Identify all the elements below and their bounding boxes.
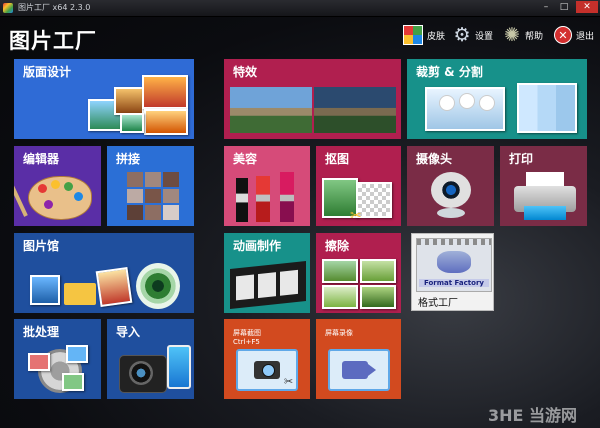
webcam-icon [427, 170, 475, 222]
tile-beauty[interactable]: 美容 [224, 146, 310, 226]
app-title: 图片工厂 [9, 29, 97, 53]
paint-palette-icon [14, 170, 94, 222]
tile-screen-record[interactable]: 屏幕录像 [316, 319, 401, 399]
tile-layout-design-label: 版面设计 [23, 65, 72, 79]
help-button[interactable]: ✺ 帮助 [503, 23, 543, 47]
collage-icon [84, 73, 194, 137]
tile-crop-split-label: 裁剪 & 分割 [416, 65, 483, 79]
tile-format-factory-label: 格式工厂 [418, 298, 458, 309]
tile-layout-design[interactable]: 版面设计 [14, 59, 194, 139]
effects-photos-icon [230, 87, 396, 133]
printer-icon [514, 172, 576, 222]
tile-erase-label: 擦除 [325, 239, 350, 253]
tile-screen-record-label: 屏幕录像 [325, 329, 353, 337]
tile-screenshot[interactable]: 屏幕截图 Ctrl+F5 ✂ [224, 319, 310, 399]
tile-format-factory[interactable]: Format Factory 格式工厂 [411, 233, 494, 311]
tile-gallery-label: 图片馆 [23, 239, 60, 253]
gallery-icon [24, 263, 189, 311]
window-titlebar[interactable]: 图片工厂 x64 2.3.0 – □ ✕ [0, 0, 600, 17]
tile-effects-label: 特效 [233, 65, 258, 79]
tile-beauty-label: 美容 [233, 152, 258, 166]
format-factory-logo-icon: Format Factory [416, 238, 492, 292]
app-logo-icon [3, 3, 13, 13]
tile-animation-label: 动画制作 [233, 239, 282, 253]
makeup-icon [232, 172, 306, 224]
tile-batch-label: 批处理 [23, 325, 60, 339]
erase-photos-icon [322, 259, 396, 309]
skin-palette-icon [403, 25, 423, 45]
tile-import-label: 导入 [116, 325, 141, 339]
exit-label: 退出 [576, 31, 595, 42]
format-factory-logo-text: Format Factory [419, 279, 489, 287]
minimize-button[interactable]: – [538, 1, 554, 13]
cutout-scissors-icon: ✂ [322, 172, 396, 224]
photo-grid-icon [127, 172, 179, 220]
tile-batch[interactable]: 批处理 [14, 319, 101, 399]
tile-editor-label: 编辑器 [23, 152, 60, 166]
tile-screenshot-label: 屏幕截图 Ctrl+F5 [233, 329, 261, 346]
maximize-button[interactable]: □ [556, 1, 572, 13]
watermark: 3HE 当游网 [488, 406, 578, 425]
tile-animation[interactable]: 动画制作 [224, 233, 310, 313]
skin-label: 皮肤 [427, 31, 446, 42]
tile-cutout[interactable]: 抠图 ✂ [316, 146, 401, 226]
tile-effects[interactable]: 特效 [224, 59, 401, 139]
settings-label: 设置 [475, 31, 494, 42]
tile-stitch[interactable]: 拼接 [107, 146, 194, 226]
batch-gear-icon [28, 343, 90, 395]
crop-split-icon [425, 83, 583, 135]
skin-button[interactable]: 皮肤 [403, 23, 445, 47]
film-strip-icon [230, 261, 306, 309]
tile-cutout-label: 抠图 [325, 152, 350, 166]
screenshot-camera-icon: ✂ [236, 349, 298, 393]
screen-record-camcorder-icon [328, 349, 390, 393]
tile-camera[interactable]: 摄像头 [407, 146, 494, 226]
settings-button[interactable]: ⚙ 设置 [453, 23, 493, 47]
tile-import[interactable]: 导入 [107, 319, 194, 399]
tile-stitch-label: 拼接 [116, 152, 141, 166]
tile-camera-label: 摄像头 [416, 152, 453, 166]
help-label: 帮助 [525, 31, 544, 42]
tile-gallery[interactable]: 图片馆 [14, 233, 194, 313]
tile-editor[interactable]: 编辑器 [14, 146, 101, 226]
exit-icon: ✕ [554, 26, 572, 44]
tile-crop-split[interactable]: 裁剪 & 分割 [407, 59, 587, 139]
help-icon: ✺ [504, 24, 520, 46]
tile-print[interactable]: 打印 [500, 146, 587, 226]
exit-button[interactable]: ✕ 退出 [554, 23, 594, 47]
tile-print-label: 打印 [509, 152, 534, 166]
tile-erase[interactable]: 擦除 [316, 233, 401, 313]
close-button[interactable]: ✕ [576, 1, 598, 13]
window-title: 图片工厂 x64 2.3.0 [18, 3, 91, 12]
camera-phone-icon [115, 345, 191, 397]
gear-icon: ⚙ [453, 24, 471, 46]
